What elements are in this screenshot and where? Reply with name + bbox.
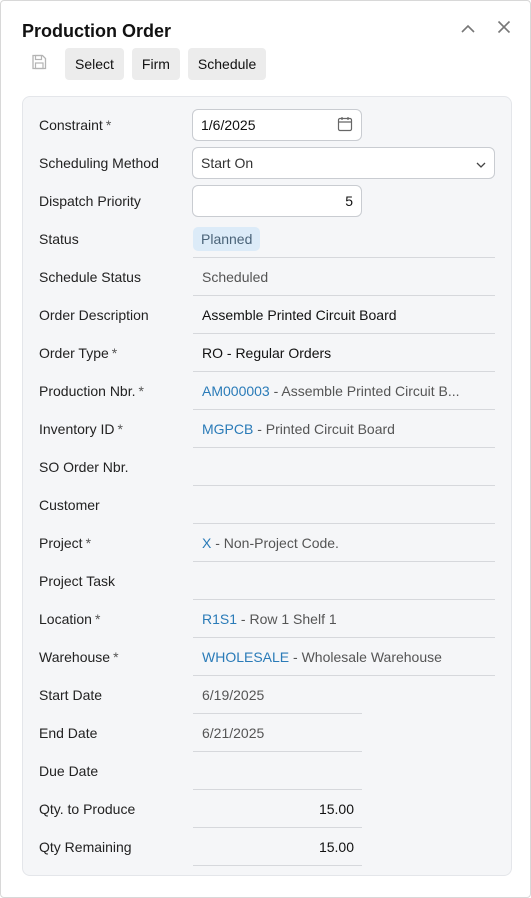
toolbar: Select Firm Schedule	[23, 48, 274, 80]
so-order-nbr-label: SO Order Nbr.	[39, 459, 129, 475]
constraint-value: 1/6/2025	[201, 117, 256, 133]
order-description-row: Order Description Assemble Printed Circu…	[23, 296, 513, 334]
constraint-date-input[interactable]: 1/6/2025	[192, 109, 362, 141]
production-nbr-row: Production Nbr. * AM000003 - Assemble Pri…	[23, 372, 513, 410]
customer-row: Customer	[23, 486, 513, 524]
end-date-label: End Date	[39, 725, 98, 741]
qty-to-produce-value: 15.00	[193, 790, 362, 828]
production-nbr-field: AM000003 - Assemble Printed Circuit B...	[193, 372, 495, 410]
inventory-id-row: Inventory ID * MGPCB - Printed Circuit Bo…	[23, 410, 513, 448]
firm-button[interactable]: Firm	[131, 48, 180, 80]
end-date-row: End Date 6/21/2025	[23, 714, 513, 752]
order-type-field[interactable]: RO - Regular Orders	[193, 334, 495, 372]
due-date-value	[193, 752, 362, 790]
production-nbr-label: Production Nbr. *	[39, 383, 144, 399]
project-row: Project * X - Non-Project Code.	[23, 524, 513, 562]
select-button[interactable]: Select	[65, 48, 124, 80]
so-order-nbr-row: SO Order Nbr.	[23, 448, 513, 486]
project-label: Project *	[39, 535, 92, 551]
inventory-id-label: Inventory ID *	[39, 421, 123, 437]
inventory-id-desc: - Printed Circuit Board	[253, 421, 395, 437]
location-label: Location *	[39, 611, 101, 627]
calendar-icon[interactable]	[337, 116, 353, 135]
customer-field	[193, 486, 495, 524]
dialog-title: Production Order	[22, 21, 172, 41]
dispatch-priority-input[interactable]: 5	[192, 185, 362, 217]
form-panel: Constraint * 1/6/2025 Scheduling Method S…	[22, 96, 512, 876]
status-label: Status	[39, 231, 79, 247]
schedule-button[interactable]: Schedule	[187, 48, 267, 80]
scheduling-method-row: Scheduling Method Start On	[23, 144, 513, 182]
location-desc: - Row 1 Shelf 1	[237, 611, 337, 627]
order-type-label: Order Type *	[39, 345, 118, 361]
status-row: Status Planned	[23, 220, 513, 258]
qty-remaining-value: 15.00	[193, 828, 362, 866]
scheduling-method-select[interactable]: Start On	[192, 147, 495, 179]
order-description-field[interactable]: Assemble Printed Circuit Board	[193, 296, 495, 334]
start-date-label: Start Date	[39, 687, 103, 703]
qty-to-produce-label: Qty. to Produce	[39, 801, 136, 817]
schedule-status-label: Schedule Status	[39, 269, 141, 285]
warehouse-row: Warehouse * WHOLESALE - Wholesale Warehou…	[23, 638, 513, 676]
warehouse-label: Warehouse *	[39, 649, 119, 665]
chevron-down-icon	[476, 155, 486, 171]
order-description-label: Order Description	[39, 307, 149, 323]
constraint-row: Constraint * 1/6/2025	[23, 106, 513, 144]
dispatch-priority-value: 5	[345, 193, 353, 209]
project-task-row: Project Task	[23, 562, 513, 600]
qty-remaining-row: Qty Remaining 15.00	[23, 828, 513, 866]
scheduling-method-value: Start On	[201, 155, 254, 171]
project-task-field	[193, 562, 495, 600]
chevron-up-icon	[461, 20, 475, 38]
location-link[interactable]: R1S1	[202, 611, 237, 627]
start-date-value: 6/19/2025	[193, 676, 362, 714]
location-field: R1S1 - Row 1 Shelf 1	[193, 600, 495, 638]
due-date-row: Due Date	[23, 752, 513, 790]
production-order-dialog: Production Order Select Firm Schedule Co…	[0, 0, 531, 898]
qty-remaining-label: Qty Remaining	[39, 839, 132, 855]
production-nbr-link[interactable]: AM000003	[202, 383, 270, 399]
project-desc: - Non-Project Code.	[211, 535, 339, 551]
save-button[interactable]	[22, 48, 56, 80]
scheduling-method-label: Scheduling Method	[39, 155, 159, 171]
constraint-label: Constraint *	[39, 117, 112, 133]
schedule-status-value: Scheduled	[193, 258, 495, 296]
warehouse-desc: - Wholesale Warehouse	[289, 649, 442, 665]
order-type-row: Order Type * RO - Regular Orders	[23, 334, 513, 372]
close-button[interactable]	[494, 19, 514, 39]
due-date-label: Due Date	[39, 763, 99, 779]
collapse-button[interactable]	[458, 19, 478, 39]
dispatch-priority-row: Dispatch Priority 5	[23, 182, 513, 220]
location-row: Location * R1S1 - Row 1 Shelf 1	[23, 600, 513, 638]
floppy-disk-icon	[31, 54, 47, 75]
dispatch-priority-label: Dispatch Priority	[39, 193, 141, 209]
project-link[interactable]: X	[202, 535, 211, 551]
qty-to-produce-row: Qty. to Produce 15.00	[23, 790, 513, 828]
warehouse-field: WHOLESALE - Wholesale Warehouse	[193, 638, 495, 676]
so-order-nbr-field	[193, 448, 495, 486]
inventory-id-field: MGPCB - Printed Circuit Board	[193, 410, 495, 448]
close-icon	[497, 20, 511, 39]
project-task-label: Project Task	[39, 573, 115, 589]
warehouse-link[interactable]: WHOLESALE	[202, 649, 289, 665]
project-field: X - Non-Project Code.	[193, 524, 495, 562]
end-date-value: 6/21/2025	[193, 714, 362, 752]
production-nbr-desc: - Assemble Printed Circuit B...	[269, 383, 460, 399]
schedule-status-row: Schedule Status Scheduled	[23, 258, 513, 296]
start-date-row: Start Date 6/19/2025	[23, 676, 513, 714]
customer-label: Customer	[39, 497, 100, 513]
status-badge: Planned	[193, 227, 261, 251]
inventory-id-link[interactable]: MGPCB	[202, 421, 253, 437]
